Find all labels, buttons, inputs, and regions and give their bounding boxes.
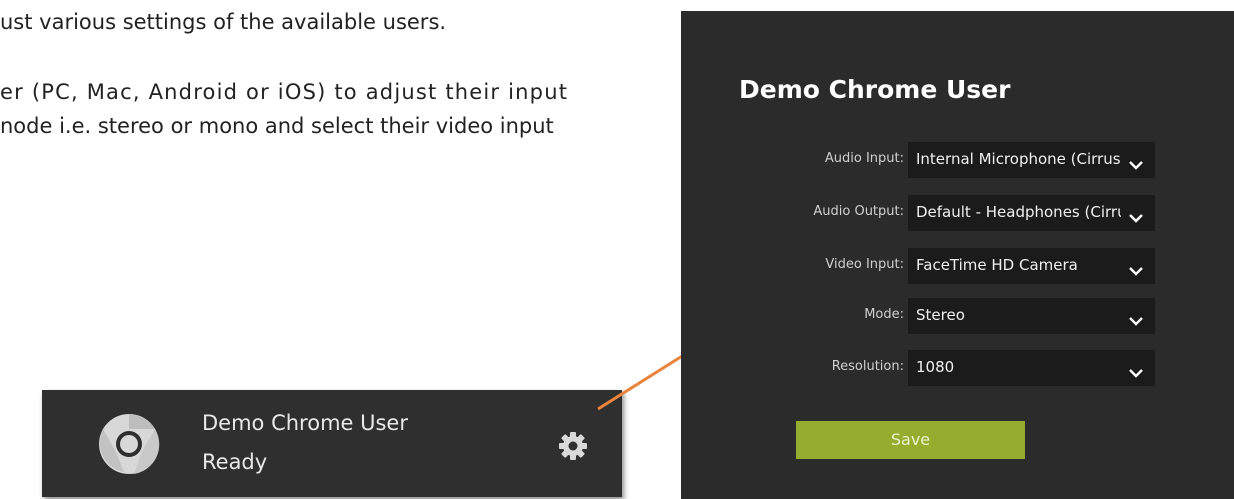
resolution-row: Resolution: 1080 — [681, 350, 1234, 386]
panel-title: Demo Chrome User — [739, 75, 1011, 104]
audio-output-select[interactable]: Default - Headphones (Cirrus — [908, 195, 1155, 231]
audio-input-value: Internal Microphone (Cirrus — [916, 150, 1121, 168]
chevron-down-icon — [1129, 261, 1143, 280]
resolution-value: 1080 — [916, 358, 955, 376]
chevron-down-icon — [1129, 208, 1143, 227]
chevron-down-icon — [1129, 155, 1143, 174]
mode-label: Mode: — [864, 307, 904, 322]
doc-text-line-2: er (PC, Mac, Android or iOS) to adjust t… — [0, 80, 569, 104]
mode-row: Mode: Stereo — [681, 298, 1234, 334]
video-input-label: Video Input: — [825, 257, 904, 272]
mode-value: Stereo — [916, 306, 965, 324]
user-status: Ready — [202, 450, 268, 474]
chevron-down-icon — [1129, 311, 1143, 330]
save-button[interactable]: Save — [796, 421, 1025, 459]
audio-input-row: Audio Input: Internal Microphone (Cirrus — [681, 142, 1234, 178]
save-label: Save — [890, 430, 931, 449]
audio-output-value: Default - Headphones (Cirrus — [916, 203, 1121, 221]
audio-output-label: Audio Output: — [813, 204, 904, 219]
audio-input-select[interactable]: Internal Microphone (Cirrus — [908, 142, 1155, 178]
resolution-select[interactable]: 1080 — [908, 350, 1155, 386]
video-input-value: FaceTime HD Camera — [916, 256, 1078, 274]
settings-panel: Demo Chrome User Audio Input: Internal M… — [681, 11, 1234, 499]
audio-output-row: Audio Output: Default - Headphones (Cirr… — [681, 195, 1234, 231]
resolution-label: Resolution: — [831, 359, 904, 374]
doc-text-line-1: ust various settings of the available us… — [0, 10, 447, 34]
doc-text-line-3: node i.e. stereo or mono and select thei… — [0, 114, 554, 138]
video-input-select[interactable]: FaceTime HD Camera — [908, 248, 1155, 284]
user-card[interactable]: Demo Chrome User Ready — [42, 390, 622, 497]
audio-input-label: Audio Input: — [824, 151, 904, 166]
user-name: Demo Chrome User — [202, 411, 408, 435]
chevron-down-icon — [1129, 363, 1143, 382]
mode-select[interactable]: Stereo — [908, 298, 1155, 334]
chrome-icon — [98, 413, 160, 479]
gear-icon[interactable] — [558, 431, 588, 465]
video-input-row: Video Input: FaceTime HD Camera — [681, 248, 1234, 284]
